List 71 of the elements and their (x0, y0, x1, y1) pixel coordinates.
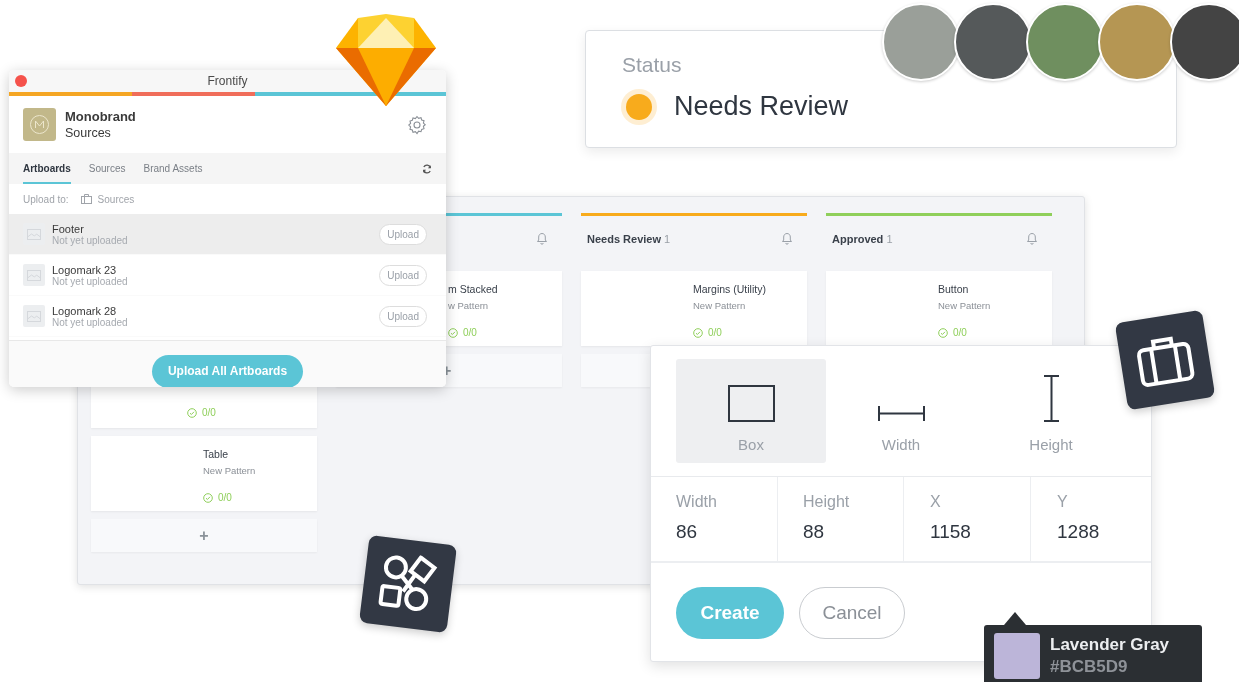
artboard-name: Logomark 23 (52, 263, 118, 276)
refresh-icon[interactable] (422, 163, 432, 174)
dimension-field[interactable]: Height 88 (778, 477, 904, 561)
artboard-row[interactable]: Logomark 23 Not yet uploaded Upload (9, 255, 446, 296)
upload-button[interactable]: Upload (379, 264, 427, 286)
review-count: 0/0 (708, 327, 722, 338)
card-subtitle: w Pattern (448, 300, 490, 311)
dimension-field[interactable]: X 1158 (904, 477, 1031, 561)
tab[interactable]: Artboards (23, 153, 71, 184)
card-subtitle: New Pattern (203, 465, 257, 476)
status-label: Status (622, 53, 683, 77)
bell-icon[interactable] (536, 232, 548, 245)
pattern-card[interactable]: Table New Pattern 0/0 (91, 436, 317, 511)
artboard-status: Not yet uploaded (52, 234, 129, 246)
artboard-row[interactable]: Logomark 28 Not yet uploaded Upload (9, 296, 446, 337)
review-count: 0/0 (953, 327, 967, 338)
create-button[interactable]: Create (676, 587, 784, 639)
card-title: Margins (Utility) (693, 283, 767, 295)
window-title: Frontify (207, 74, 248, 88)
card-subtitle: New Pattern (938, 300, 992, 311)
check-circle-icon (187, 407, 197, 418)
review-count: 0/0 (202, 407, 216, 418)
artboard-status: Not yet uploaded (52, 275, 129, 287)
check-circle-icon (203, 492, 213, 503)
check-circle-icon (693, 327, 703, 338)
rectangle-icon (727, 385, 775, 422)
upload-button[interactable]: Upload (379, 305, 427, 327)
check-circle-icon (448, 327, 458, 338)
artboard-name: Footer (52, 222, 85, 235)
bell-icon[interactable] (781, 232, 793, 245)
color-name: Lavender Gray (1050, 635, 1170, 655)
review-count: 0/0 (218, 492, 232, 503)
close-button[interactable] (15, 75, 27, 87)
tab[interactable]: Sources (88, 153, 126, 184)
tab[interactable]: Brand Assets (143, 153, 203, 184)
horizontal-dimension-icon (877, 405, 925, 422)
brand-name: Monobrand (65, 109, 136, 124)
pattern-card[interactable]: Button New Pattern 0/0 (826, 271, 1052, 346)
upload-target[interactable]: Sources (97, 193, 135, 205)
upload-to-label: Upload to: (23, 193, 69, 205)
status-value: Needs Review (674, 91, 849, 122)
check-circle-icon (938, 327, 948, 338)
card-title: Table (203, 448, 230, 460)
pattern-card[interactable]: Margins (Utility) New Pattern 0/0 (581, 271, 807, 346)
image-thumbnail-icon (23, 264, 45, 286)
color-hex: #BCB5D9 (1050, 657, 1129, 677)
column-title: Needs Review 1 (587, 232, 671, 245)
artboard-name: Logomark 28 (52, 304, 118, 317)
upload-all-button[interactable]: Upload All Artboards (151, 354, 304, 387)
settings-icon[interactable] (407, 114, 427, 135)
shape-tool[interactable]: Width (826, 359, 976, 463)
add-card-button[interactable]: + (91, 519, 317, 552)
diamond-icon (336, 14, 436, 106)
card-title: m Stacked (448, 283, 499, 295)
artboard-row[interactable]: Footer Not yet uploaded Upload (9, 214, 446, 255)
shape-tool[interactable]: Height (976, 359, 1126, 463)
artboard-status: Not yet uploaded (52, 316, 129, 328)
review-count: 0/0 (463, 327, 477, 338)
card-title: Button (938, 283, 970, 295)
dimension-field[interactable]: Width 86 (651, 477, 778, 561)
brand-section: Sources (65, 126, 136, 140)
card-subtitle: New Pattern (693, 300, 747, 311)
column-title: Approved 1 (832, 232, 893, 245)
upload-button[interactable]: Upload (379, 223, 427, 245)
cancel-button[interactable]: Cancel (799, 587, 905, 639)
vertical-dimension-icon (1042, 375, 1060, 422)
image-thumbnail-icon (23, 305, 45, 327)
brand-logo-icon (23, 108, 56, 141)
bell-icon[interactable] (1026, 232, 1038, 245)
dimension-field[interactable]: Y 1288 (1031, 477, 1151, 561)
shape-tool[interactable]: Box (676, 359, 826, 463)
